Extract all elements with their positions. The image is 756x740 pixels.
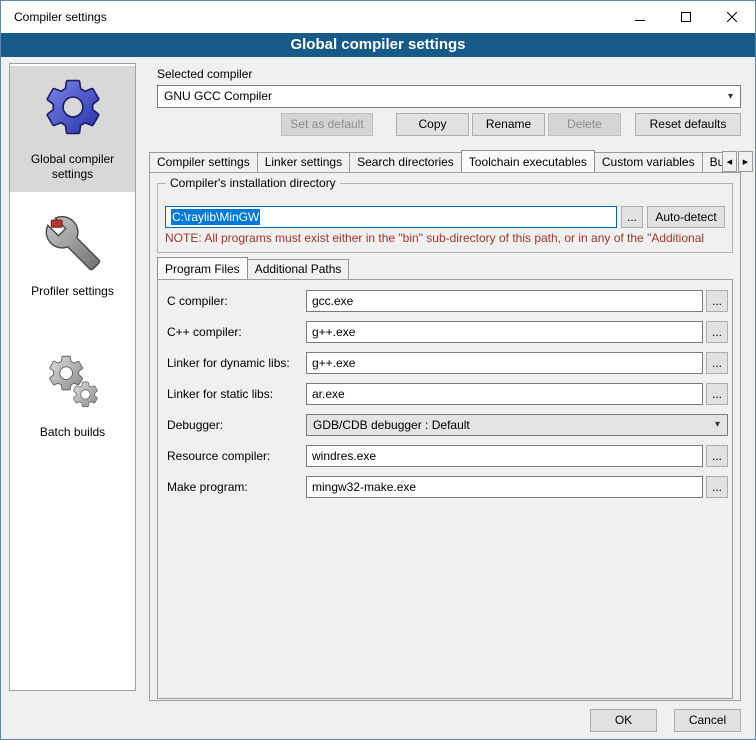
window-controls (617, 1, 755, 33)
selected-compiler-value: GNU GCC Compiler (164, 89, 272, 103)
titlebar: Compiler settings (1, 1, 755, 33)
installation-directory-input[interactable]: C:\raylib\MinGW (165, 206, 617, 228)
linker-dynamic-label: Linker for dynamic libs: (167, 356, 290, 370)
reset-defaults-button[interactable]: Reset defaults (635, 113, 741, 136)
gear-icon (40, 74, 106, 140)
compiler-settings-window: Compiler settings Global compiler settin… (0, 0, 756, 740)
copy-button[interactable]: Copy (396, 113, 469, 136)
tab-toolchain-executables[interactable]: Toolchain executables (461, 150, 595, 172)
linker-static-label: Linker for static libs: (167, 387, 273, 401)
sidebar-item-profiler-settings[interactable]: Profiler settings (10, 206, 135, 309)
tab-search-directories[interactable]: Search directories (349, 152, 462, 172)
selected-compiler-combobox[interactable]: GNU GCC Compiler ▾ (157, 85, 741, 108)
tab-compiler-settings[interactable]: Compiler settings (149, 152, 258, 172)
debugger-label: Debugger: (167, 418, 223, 432)
cpp-compiler-input[interactable]: g++.exe (306, 321, 703, 343)
resource-compiler-browse-button[interactable]: ... (706, 445, 728, 467)
tab-scroll-right-button[interactable]: ▶ (738, 151, 753, 172)
profiler-tool-icon (44, 214, 102, 272)
c-compiler-label: C compiler: (167, 294, 228, 308)
delete-button[interactable]: Delete (548, 113, 621, 136)
cpp-compiler-browse-button[interactable]: ... (706, 321, 728, 343)
resource-compiler-label: Resource compiler: (167, 449, 270, 463)
minimize-icon (635, 12, 645, 22)
installation-note: NOTE: All programs must exist either in … (165, 231, 733, 245)
resource-compiler-input[interactable]: windres.exe (306, 445, 703, 467)
set-as-default-button[interactable]: Set as default (281, 113, 373, 136)
tab-scroll-left-button[interactable]: ◀ (722, 151, 737, 172)
linker-static-input[interactable]: ar.exe (306, 383, 703, 405)
page-title: Global compiler settings (1, 33, 755, 57)
debugger-combobox[interactable]: GDB/CDB debugger : Default ▾ (306, 414, 728, 436)
linker-dynamic-browse-button[interactable]: ... (706, 352, 728, 374)
make-program-input[interactable]: mingw32-make.exe (306, 476, 703, 498)
debugger-value: GDB/CDB debugger : Default (313, 418, 470, 432)
settings-category-list: Global compiler settings Profiler settin… (9, 63, 136, 691)
cpp-compiler-label: C++ compiler: (167, 325, 242, 339)
c-compiler-input[interactable]: gcc.exe (306, 290, 703, 312)
installation-directory-group-label: Compiler's installation directory (166, 176, 340, 190)
window-title: Compiler settings (14, 1, 107, 33)
maximize-button[interactable] (663, 1, 709, 33)
rename-button[interactable]: Rename (472, 113, 545, 136)
sidebar-item-global-compiler-settings[interactable]: Global compiler settings (10, 66, 135, 192)
tab-build-options-truncated[interactable]: Buil (702, 152, 722, 172)
main-tabstrip: Compiler settings Linker settings Search… (149, 149, 722, 172)
scroll-left-icon: ◀ (727, 158, 732, 166)
installation-directory-selected-text: C:\raylib\MinGW (171, 209, 260, 225)
make-program-label: Make program: (167, 480, 248, 494)
sidebar-item-label: Global compiler settings (12, 152, 133, 182)
scroll-right-icon: ▶ (743, 158, 748, 166)
linker-dynamic-input[interactable]: g++.exe (306, 352, 703, 374)
tab-additional-paths[interactable]: Additional Paths (247, 259, 350, 279)
maximize-icon (681, 12, 691, 22)
selected-compiler-label: Selected compiler (157, 67, 252, 81)
c-compiler-browse-button[interactable]: ... (706, 290, 728, 312)
chevron-down-icon: ▾ (708, 415, 727, 435)
chevron-down-icon: ▾ (721, 86, 740, 107)
program-tabstrip: Program Files Additional Paths (157, 256, 457, 279)
batch-gears-icon (42, 351, 104, 413)
ok-button[interactable]: OK (590, 709, 657, 732)
sidebar-item-label: Profiler settings (31, 284, 114, 299)
tab-custom-variables[interactable]: Custom variables (594, 152, 703, 172)
cancel-button[interactable]: Cancel (674, 709, 741, 732)
auto-detect-button[interactable]: Auto-detect (647, 206, 725, 228)
minimize-button[interactable] (617, 1, 663, 33)
installation-directory-browse-button[interactable]: ... (621, 206, 643, 228)
close-icon (727, 12, 737, 22)
sidebar-item-batch-builds[interactable]: Batch builds (10, 343, 135, 450)
make-program-browse-button[interactable]: ... (706, 476, 728, 498)
tab-linker-settings[interactable]: Linker settings (257, 152, 350, 172)
linker-static-browse-button[interactable]: ... (706, 383, 728, 405)
sidebar-item-label: Batch builds (40, 425, 105, 440)
tab-program-files[interactable]: Program Files (157, 257, 248, 279)
close-button[interactable] (709, 1, 755, 33)
